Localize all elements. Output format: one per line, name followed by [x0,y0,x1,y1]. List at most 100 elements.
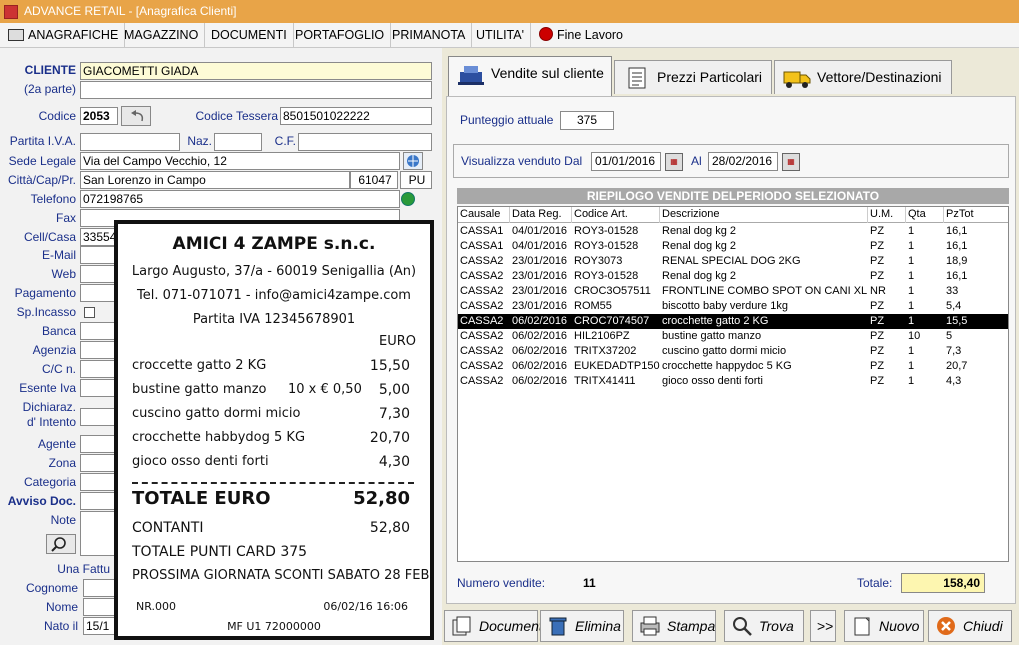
table-row[interactable]: CASSA1 04/01/2016 ROY3-01528 Renal dog kg 2… [458,239,1008,254]
menu-magazzino[interactable]: MAGAZZINO [118,23,206,48]
col-qta[interactable]: Qta [906,207,944,223]
sede-input[interactable]: Via del Campo Vecchio, 12 [80,152,400,170]
map-button[interactable] [403,152,423,170]
search-button[interactable] [46,534,76,554]
cell-codice: ROY3-01528 [574,225,639,237]
agenzia-label: Agenzia [32,343,76,357]
cell-pztot: 5 [946,330,953,342]
cell-causale: CASSA2 [460,285,504,297]
table-row[interactable]: CASSA2 06/02/2016 TRITX41411 gioco osso den… [458,374,1008,389]
codice-tessera-input[interactable]: 8501501022222 [280,107,432,125]
cell-causale: CASSA1 [460,240,504,252]
table-row[interactable]: CASSA2 23/01/2016 CROC3O57511 FRONTLINE COM… [458,284,1008,299]
menu-utilita[interactable]: UTILITA' [470,23,531,48]
cell-pztot: 18,9 [946,255,968,267]
telefono-input[interactable]: 072198765 [80,190,400,208]
table-row[interactable]: CASSA2 23/01/2016 ROY3073 RENAL SPECIAL DOG… [458,254,1008,269]
pagamento-label: Pagamento [14,286,76,300]
seconda-parte-input[interactable] [80,81,432,99]
menu-portafoglio[interactable]: PORTAFOGLIO [289,23,392,48]
menu-fine-lavoro[interactable]: Fine Lavoro [533,23,629,48]
table-row[interactable]: CASSA2 06/02/2016 HIL2106PZ bustine gatto m… [458,329,1008,344]
menu-documenti[interactable]: DOCUMENTI [205,23,294,48]
table-row[interactable]: CASSA2 06/02/2016 TRITX37202 cuscino gatto … [458,344,1008,359]
table-row[interactable]: CASSA1 04/01/2016 ROY3-01528 Renal dog kg 2… [458,224,1008,239]
documenti-button[interactable]: Documenti [444,610,546,642]
cell-codice: ROY3073 [574,255,623,267]
cell-qta: 1 [908,300,915,312]
table-row[interactable]: CASSA2 06/02/2016 EUKEDADTP1500 crocchette … [458,359,1008,374]
more-button[interactable]: >> [810,610,836,642]
col-causale[interactable]: Causale [458,207,510,223]
dichiaraz-label: Dichiaraz. [22,400,76,414]
cell-descrizione: Renal dog kg 2 [662,270,736,282]
date-to-input[interactable]: 28/02/2016 [708,152,778,171]
codice-input[interactable]: 2053 [80,107,118,125]
email-label: E-Mail [41,248,76,262]
cliente-input[interactable]: GIACOMETTI GIADA [80,62,432,80]
anagrafiche-icon [8,29,24,41]
button-label: Stampa [667,618,716,634]
cell-pztot: 7,3 [946,345,962,357]
receipt-item-desc: crocchette habbydog 5 KG [132,430,306,445]
naz-input[interactable] [214,133,262,151]
cell-data: 06/02/2016 [512,345,568,357]
calendar-to-icon[interactable]: ▦ [782,153,800,171]
seconda-parte-label: (2a parte) [23,82,76,96]
undo-button[interactable] [121,106,151,126]
calendar-from-icon[interactable]: ▦ [665,153,683,171]
cell-codice: CROC3O57511 [574,285,651,297]
cell-causale: CASSA2 [460,330,504,342]
menu-anagrafiche[interactable]: ANAGRAFICHE [0,23,126,48]
tab-prezzi[interactable]: Prezzi Particolari [614,60,772,94]
cell-causale: CASSA2 [460,255,504,267]
provincia-input[interactable]: PU [400,171,432,189]
table-row[interactable]: CASSA2 06/02/2016 CROC7074507 crocchette ga… [458,314,1008,329]
cell-descrizione: Renal dog kg 2 [662,225,736,237]
cell-pztot: 33 [946,285,959,297]
citta-input[interactable]: San Lorenzo in Campo [80,171,350,189]
tab-label: Prezzi Particolari [657,69,763,85]
sales-grid: Causale Data Reg. Codice Art. Descrizion… [457,206,1009,562]
col-data[interactable]: Data Reg. [510,207,572,223]
visualizza-label: Visualizza venduto Dal [461,154,583,168]
date-from-input[interactable]: 01/01/2016 [591,152,661,171]
chiudi-button[interactable]: Chiudi [928,610,1012,642]
tab-vettore[interactable]: Vettore/Destinazioni [774,60,952,94]
col-um[interactable]: U.M. [868,207,906,223]
phone-call-icon[interactable] [401,192,415,206]
punteggio-input[interactable]: 375 [560,111,614,130]
cell-descrizione: FRONTLINE COMBO SPOT ON CANI XL 3 P [662,285,868,297]
receipt-promo: PROSSIMA GIORNATA SCONTI SABATO 28 FEB. [132,568,434,583]
piva-input[interactable] [80,133,180,151]
footer-toolbar: Documenti Elimina Stampa Trova >> Nuovo … [442,606,1019,645]
totale-value: 158,40 [901,573,985,593]
cell-codice: CROC7074507 [574,315,650,327]
tab-label: Vendite sul cliente [491,65,604,81]
table-row[interactable]: CASSA2 23/01/2016 ROY3-01528 Renal dog kg 2… [458,269,1008,284]
cap-input[interactable]: 61047 [350,171,398,189]
spincasso-checkbox[interactable] [84,307,95,318]
cell-um: NR [870,285,886,297]
nuovo-button[interactable]: Nuovo [844,610,924,642]
elimina-button[interactable]: Elimina [540,610,624,642]
receipt-shop: AMICI 4 ZAMPE s.n.c. [172,234,376,254]
cell-codice: HIL2106PZ [574,330,630,342]
menu-primanota[interactable]: PRIMANOTA [386,23,473,48]
receipt-piva: Partita IVA 12345678901 [192,312,356,327]
col-codice[interactable]: Codice Art. [572,207,660,223]
cell-codice: ROY3-01528 [574,270,639,282]
cell-data: 06/02/2016 [512,330,568,342]
citta-label: Città/Cap/Pr. [7,173,76,187]
col-descrizione[interactable]: Descrizione [660,207,868,223]
stampa-button[interactable]: Stampa [632,610,716,642]
cell-data: 06/02/2016 [512,315,568,327]
menu-label: ANAGRAFICHE [28,28,119,42]
col-pztot[interactable]: PzTot [944,207,1008,223]
cf-input[interactable] [298,133,432,151]
nome-label: Nome [45,600,78,614]
trova-button[interactable]: Trova [724,610,804,642]
receipt-datetime: 06/02/16 16:06 [323,600,408,613]
tab-vendite[interactable]: Vendite sul cliente [448,56,612,96]
table-row[interactable]: CASSA2 23/01/2016 ROM55 biscotto baby verdu… [458,299,1008,314]
